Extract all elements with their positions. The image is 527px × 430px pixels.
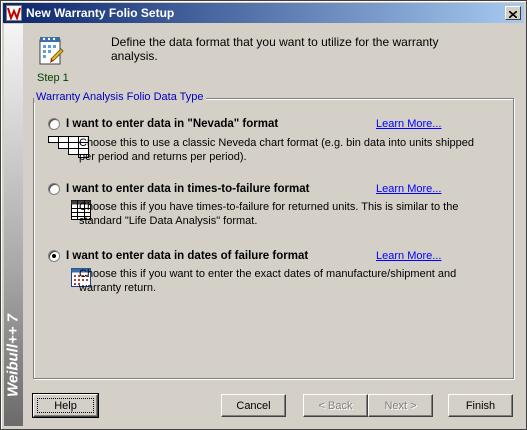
title-bar[interactable]: New Warranty Folio Setup bbox=[3, 3, 524, 23]
finish-button-label: Finish bbox=[465, 400, 496, 412]
brand-sidebar: Weibull++ 7 bbox=[4, 24, 23, 426]
step-label: Step 1 bbox=[37, 72, 69, 84]
option-description: Choose this if you have times-to-failure… bbox=[79, 201, 459, 227]
times-to-failure-radio[interactable] bbox=[48, 183, 60, 195]
close-button[interactable] bbox=[505, 6, 521, 20]
option-description: Choose this if you want to enter the exa… bbox=[79, 268, 457, 294]
dates-of-failure-radio[interactable] bbox=[48, 250, 60, 262]
option-label[interactable]: I want to enter data in "Nevada" format bbox=[66, 118, 278, 130]
next-button[interactable]: Next > bbox=[368, 394, 433, 417]
step-description: Define the data format that you want to … bbox=[111, 35, 439, 63]
finish-button[interactable]: Finish bbox=[448, 394, 513, 417]
learn-more-link-dates-of-failure[interactable]: Learn More... bbox=[376, 250, 441, 262]
close-icon bbox=[509, 10, 517, 18]
brand-text: Weibull++ 7 bbox=[4, 313, 22, 398]
learn-more-link-times-to-failure[interactable]: Learn More... bbox=[376, 183, 441, 195]
option-label[interactable]: I want to enter data in times-to-failure… bbox=[66, 183, 309, 195]
wizard-step-icon bbox=[37, 35, 65, 67]
nevada-radio[interactable] bbox=[48, 118, 60, 130]
option-label[interactable]: I want to enter data in dates of failure… bbox=[66, 250, 308, 262]
app-icon bbox=[6, 5, 22, 21]
back-button[interactable]: < Back bbox=[303, 394, 368, 417]
cancel-button[interactable]: Cancel bbox=[221, 394, 286, 417]
learn-more-link-nevada[interactable]: Learn More... bbox=[376, 118, 441, 130]
back-button-label: < Back bbox=[318, 400, 353, 412]
option-description: Choose this to use a classic Neveda char… bbox=[79, 137, 474, 163]
option-times-to-failure[interactable]: I want to enter data in times-to-failure… bbox=[48, 181, 309, 197]
dialog-window: New Warranty Folio Setup Weibull++ 7 Ste… bbox=[0, 0, 527, 430]
window-title: New Warranty Folio Setup bbox=[26, 6, 175, 20]
group-legend: Warranty Analysis Folio Data Type bbox=[34, 91, 206, 103]
cancel-button-label: Cancel bbox=[236, 400, 271, 412]
option-nevada[interactable]: I want to enter data in "Nevada" format bbox=[48, 116, 278, 132]
next-button-label: Next > bbox=[384, 400, 417, 412]
option-dates-of-failure[interactable]: I want to enter data in dates of failure… bbox=[48, 248, 308, 264]
help-button[interactable]: Help bbox=[32, 393, 99, 418]
